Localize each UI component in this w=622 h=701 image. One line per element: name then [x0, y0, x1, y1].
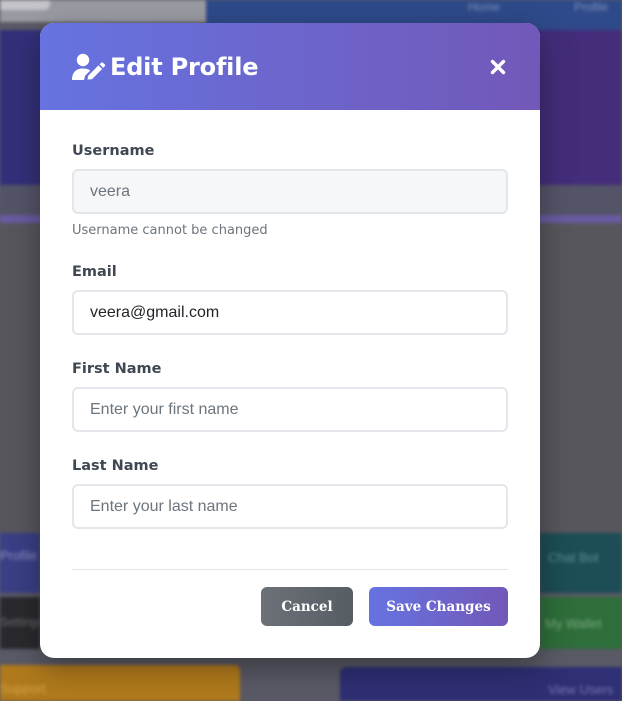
user-edit-icon [72, 52, 106, 82]
last-name-label: Last Name [72, 458, 159, 474]
footer-divider [72, 569, 508, 570]
background-nav-profile: Profile [574, 0, 609, 14]
first-name-label: First Name [72, 361, 162, 377]
save-changes-button[interactable]: Save Changes [369, 587, 508, 626]
background-card-view-users-label: View Users [548, 682, 614, 697]
username-help-text: Username cannot be changed [72, 223, 268, 238]
email-label: Email [72, 264, 117, 280]
background-nav-home: Home [468, 0, 501, 14]
cancel-button[interactable]: Cancel [261, 587, 353, 626]
background-topbar-left [0, 0, 206, 22]
background-card-wallet-label: My Wallet [545, 616, 602, 631]
username-field[interactable] [72, 169, 508, 214]
close-icon[interactable] [488, 57, 508, 77]
background-card-support-label: Support [0, 681, 46, 696]
username-label: Username [72, 143, 155, 159]
background-card-settings-label: Settings [0, 615, 44, 629]
email-field[interactable] [72, 290, 508, 335]
first-name-field[interactable] [72, 387, 508, 432]
modal-title: Edit Profile [110, 52, 259, 81]
background-card-profile [0, 533, 40, 593]
background-card-chatbot-label: Chat Bot [548, 550, 599, 565]
background-card-profile-label: Profile [0, 548, 37, 563]
edit-profile-modal: Edit Profile Username Username cannot be… [40, 23, 540, 658]
last-name-field[interactable] [72, 484, 508, 529]
modal-header: Edit Profile [40, 23, 540, 110]
